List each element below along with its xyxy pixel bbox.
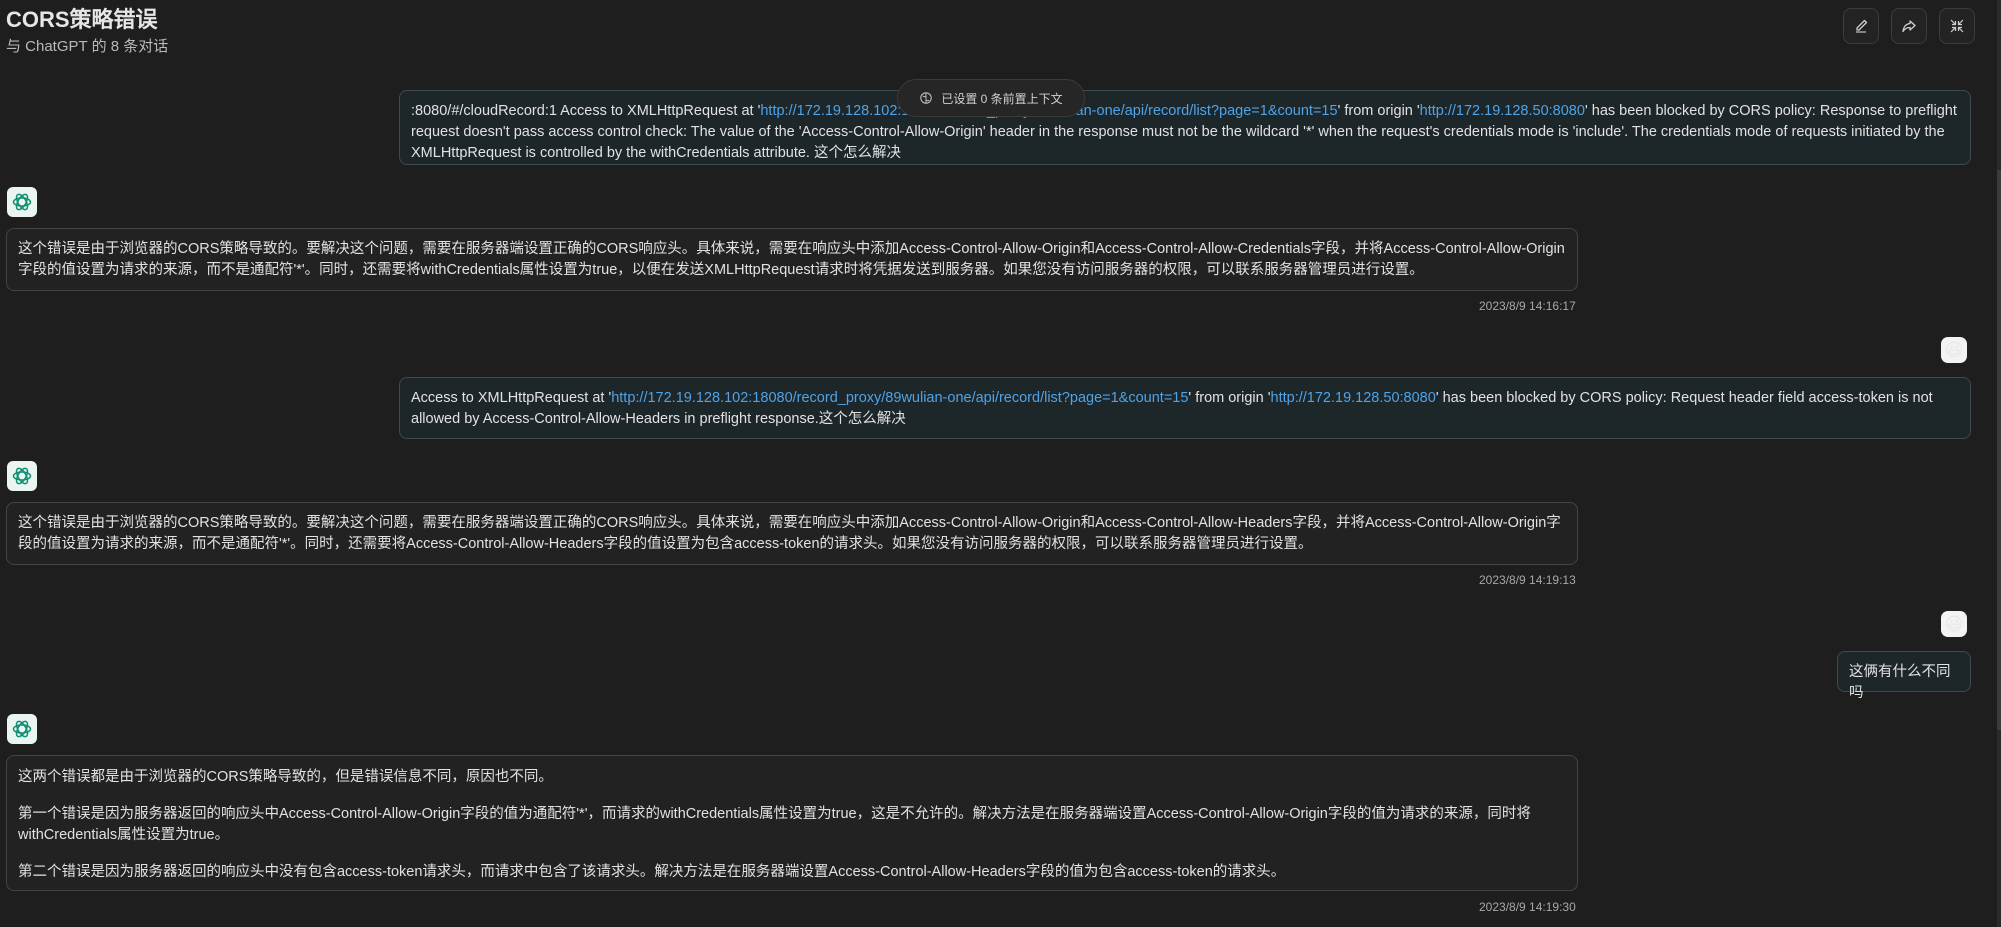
message-text: Access to XMLHttpRequest at ' — [411, 390, 612, 406]
message-link[interactable]: http://172.19.128.50:8080 — [1420, 103, 1585, 119]
message-paragraph: 这两个错误都是由于浏览器的CORS策略导致的，但是错误信息不同，原因也不同。 — [18, 769, 553, 785]
openai-logo-icon — [12, 193, 32, 211]
openai-logo-icon — [12, 720, 32, 738]
context-label: 已设置 0 条前置上下文 — [941, 91, 1063, 106]
message-text: 这俩有什么不同吗 — [1849, 664, 1951, 701]
openai-logo-icon — [12, 467, 32, 485]
page-subtitle: 与 ChatGPT 的 8 条对话 — [6, 38, 169, 55]
user-message: :8080/#/cloudRecord:1 Access to XMLHttpR… — [399, 90, 1971, 165]
message-paragraph: 这个错误是由于浏览器的CORS策略导致的。要解决这个问题，需要在服务器端设置正确… — [18, 515, 1561, 552]
page-title: CORS策略错误 — [6, 7, 158, 32]
scrollbar-thumb[interactable] — [1997, 170, 2001, 730]
user-message: 这俩有什么不同吗 — [1837, 651, 1971, 701]
user-avatar: 😃 — [1941, 337, 1967, 363]
assistant-avatar — [7, 187, 37, 217]
message-text: ' from origin ' — [1337, 103, 1420, 119]
user-message: Access to XMLHttpRequest at 'http://172.… — [399, 377, 1971, 439]
message-paragraph: 第二个错误是因为服务器返回的响应头中没有包含access-token请求头，而请… — [18, 864, 1286, 880]
edit-button[interactable] — [1843, 8, 1879, 44]
collapse-icon — [1950, 19, 1964, 33]
chat-page: CORS策略错误 与 ChatGPT 的 8 条对话 已设置 0 条前置上下文 … — [0, 0, 2001, 927]
brain-icon — [920, 92, 933, 104]
message-link[interactable]: http://172.19.128.50:8080 — [1271, 390, 1436, 406]
message-timestamp: 2023/8/9 14:19:13 — [1479, 573, 1576, 587]
assistant-message: 这两个错误都是由于浏览器的CORS策略导致的，但是错误信息不同，原因也不同。 第… — [6, 755, 1578, 891]
assistant-message: 这个错误是由于浏览器的CORS策略导致的。要解决这个问题，需要在服务器端设置正确… — [6, 228, 1578, 291]
message-text: ' from origin ' — [1188, 390, 1271, 406]
message-timestamp: 2023/8/9 14:19:30 — [1479, 900, 1576, 914]
message-paragraph: 第一个错误是因为服务器返回的响应头中Access-Control-Allow-O… — [18, 806, 1531, 843]
assistant-avatar — [7, 714, 37, 744]
share-button[interactable] — [1891, 8, 1927, 44]
collapse-button[interactable] — [1939, 8, 1975, 44]
message-text: :8080/#/cloudRecord:1 Access to XMLHttpR… — [411, 103, 761, 119]
message-link[interactable]: http://172.19.128.102:18080/record_proxy… — [611, 390, 1188, 406]
context-indicator[interactable]: 已设置 0 条前置上下文 — [897, 79, 1085, 117]
message-timestamp: 2023/8/9 14:16:17 — [1479, 299, 1576, 313]
assistant-avatar — [7, 461, 37, 491]
message-paragraph: 这个错误是由于浏览器的CORS策略导致的。要解决这个问题，需要在服务器端设置正确… — [18, 241, 1565, 278]
assistant-message: 这个错误是由于浏览器的CORS策略导致的。要解决这个问题，需要在服务器端设置正确… — [6, 502, 1578, 565]
pencil-icon — [1856, 19, 1868, 33]
user-avatar: 😃 — [1941, 611, 1967, 637]
share-icon — [1902, 20, 1916, 33]
